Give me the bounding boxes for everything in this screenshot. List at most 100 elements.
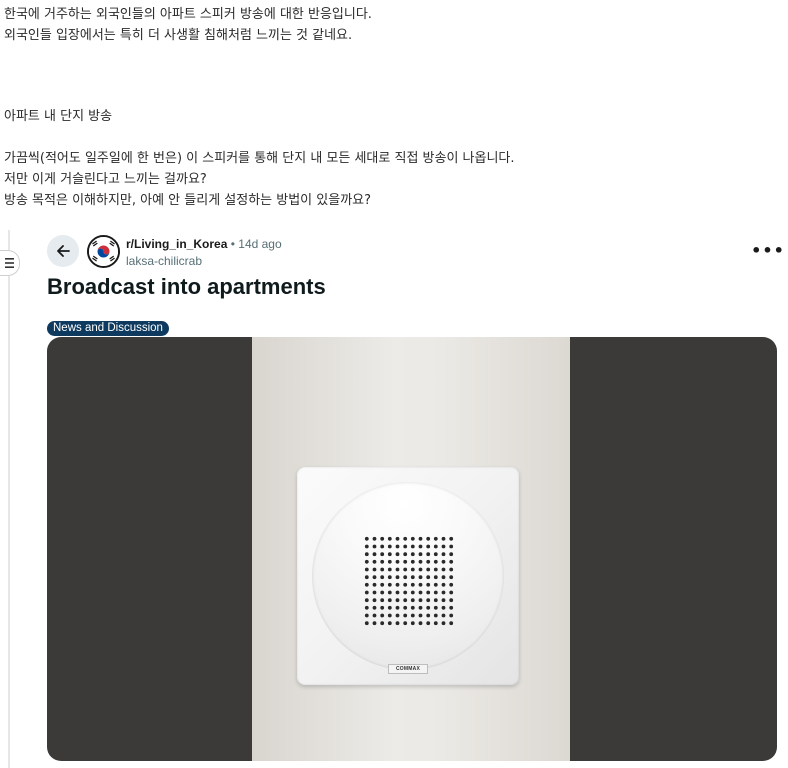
grille-hole [441, 582, 446, 587]
grille-hole [372, 567, 377, 572]
grille-hole [418, 559, 423, 564]
section-line: 저만 이게 거슬린다고 느끼는 걸까요? [4, 172, 207, 187]
grille-hole [426, 544, 431, 549]
more-options-button[interactable]: ••• [751, 240, 784, 260]
grille-hole [449, 536, 454, 541]
grille-hole [372, 552, 377, 557]
grille-hole [433, 605, 438, 610]
grille-hole [380, 598, 385, 603]
intro-line: 외국인들 입장에서는 특히 더 사생활 침해처럼 느끼는 것 같네요. [4, 28, 353, 43]
grille-hole [433, 575, 438, 580]
grille-hole [380, 575, 385, 580]
grille-hole [433, 559, 438, 564]
grille-hole [410, 598, 415, 603]
grille-hole [364, 613, 369, 618]
grille-hole [380, 613, 385, 618]
grille-hole [372, 559, 377, 564]
grille-hole [364, 590, 369, 595]
grille-hole [418, 590, 423, 595]
grille-hole [441, 536, 446, 541]
grille-hole [372, 544, 377, 549]
grille-hole [441, 605, 446, 610]
grille-hole [410, 552, 415, 557]
grille-hole [418, 621, 423, 626]
grille-hole [387, 536, 392, 541]
reddit-post-embed: r/Living_in_Korea • 14d ago laksa-chilic… [0, 230, 788, 768]
grille-hole [380, 559, 385, 564]
grille-hole [426, 621, 431, 626]
grille-hole [418, 582, 423, 587]
grille-hole [410, 582, 415, 587]
arrow-left-icon [57, 245, 70, 257]
grille-hole [372, 621, 377, 626]
grille-hole [364, 582, 369, 587]
grille-hole [387, 605, 392, 610]
section-heading: 아파트 내 단지 방송 [4, 109, 113, 124]
grille-hole [426, 590, 431, 595]
grille-hole [441, 559, 446, 564]
grille-hole [372, 613, 377, 618]
grille-hole [380, 590, 385, 595]
grille-hole [395, 559, 400, 564]
grille-hole [449, 544, 454, 549]
grille-hole [364, 605, 369, 610]
grille-hole [387, 575, 392, 580]
grille-hole [418, 605, 423, 610]
author-link[interactable]: laksa-chilicrab [126, 254, 202, 268]
intro-text: 한국에 거주하는 외국인들의 아파트 스피커 방송에 대한 반응입니다. 외국인… [4, 4, 784, 46]
subreddit-link[interactable]: r/Living_in_Korea [126, 237, 227, 251]
back-button[interactable] [47, 235, 79, 267]
grille-hole [380, 552, 385, 557]
sidebar-toggle-button[interactable] [0, 250, 20, 276]
grille-hole [364, 567, 369, 572]
grille-hole [380, 536, 385, 541]
subreddit-avatar[interactable] [87, 235, 120, 268]
grille-hole [410, 567, 415, 572]
grille-hole [387, 544, 392, 549]
grille-hole [426, 582, 431, 587]
grille-hole [372, 536, 377, 541]
grille-hole [387, 621, 392, 626]
post-image[interactable]: COMMAX [47, 337, 777, 761]
grille-hole [441, 575, 446, 580]
grille-hole [410, 536, 415, 541]
grille-hole [418, 613, 423, 618]
grille-hole [441, 613, 446, 618]
section-line: 가끔씩(적어도 일주일에 한 번은) 이 스피커를 통해 단지 내 모든 세대로… [4, 151, 515, 166]
grille-hole [418, 567, 423, 572]
grille-hole [418, 536, 423, 541]
grille-hole [433, 613, 438, 618]
grille-hole [364, 621, 369, 626]
grille-hole [395, 575, 400, 580]
grille-hole [372, 598, 377, 603]
brand-badge: COMMAX [388, 664, 428, 674]
grille-hole [441, 544, 446, 549]
post-flair[interactable]: News and Discussion [47, 321, 169, 336]
grille-hole [380, 544, 385, 549]
grille-hole [449, 582, 454, 587]
grille-hole [433, 582, 438, 587]
grille-hole [395, 598, 400, 603]
section-line: 방송 목적은 이해하지만, 아예 안 들리게 설정하는 방법이 있을까요? [4, 193, 372, 208]
post-title[interactable]: Broadcast into apartments [47, 274, 326, 300]
grille-hole [395, 621, 400, 626]
grille-hole [449, 621, 454, 626]
grille-hole [410, 605, 415, 610]
grille-hole [433, 590, 438, 595]
embed-divider [8, 230, 10, 768]
grille-hole [403, 613, 408, 618]
grille-hole [426, 567, 431, 572]
meta-separator: • [230, 237, 235, 251]
speaker-plate: COMMAX [297, 467, 519, 685]
grille-hole [403, 536, 408, 541]
grille-hole [387, 552, 392, 557]
grille-hole [441, 590, 446, 595]
grille-hole [380, 567, 385, 572]
grille-hole [395, 605, 400, 610]
grille-hole [449, 567, 454, 572]
grille-hole [410, 575, 415, 580]
grille-hole [364, 552, 369, 557]
grille-hole [426, 575, 431, 580]
grille-hole [403, 590, 408, 595]
grille-hole [449, 559, 454, 564]
